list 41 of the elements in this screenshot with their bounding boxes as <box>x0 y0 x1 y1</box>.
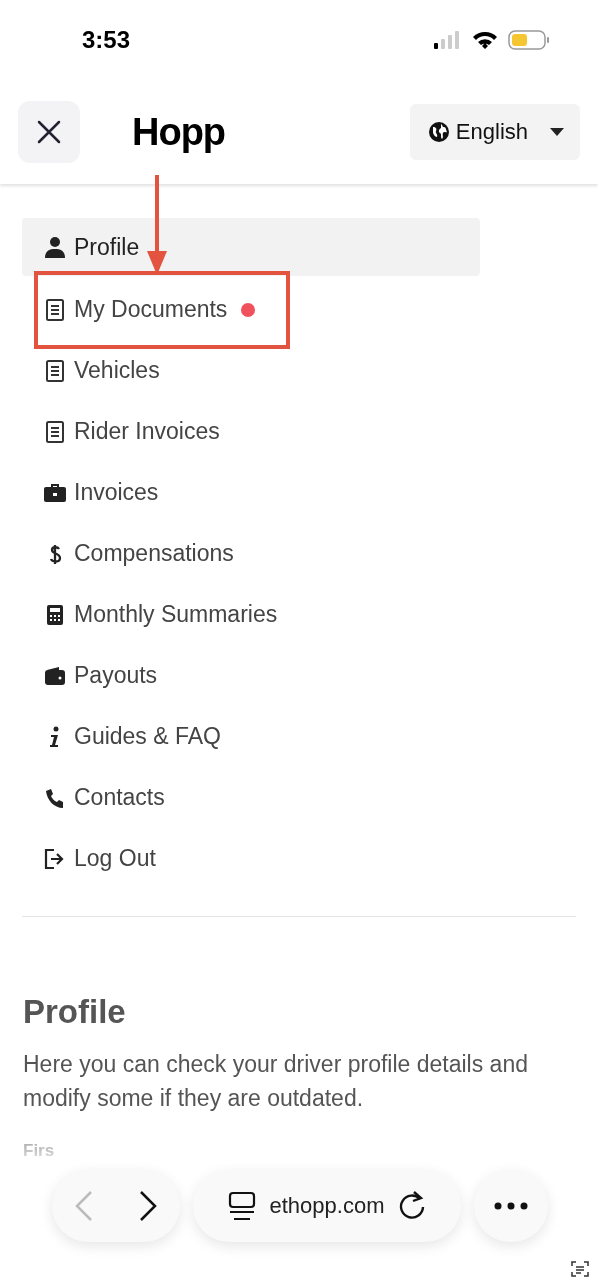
battery-icon <box>508 30 550 50</box>
menu-item[interactable]: Compensations <box>22 523 480 584</box>
document-icon <box>44 298 66 321</box>
section-description: Here you can check your driver profile details and modify some if they are outdated. <box>23 1050 529 1113</box>
forward-button[interactable] <box>139 1190 157 1222</box>
menu-item[interactable]: Profile <box>22 218 480 276</box>
more-icon <box>494 1202 528 1210</box>
menu-item[interactable]: Vehicles <box>22 340 480 401</box>
menu-item[interactable]: Contacts <box>22 767 480 828</box>
status-time: 3:53 <box>82 26 131 54</box>
person-icon <box>44 236 66 258</box>
back-icon <box>75 1190 93 1222</box>
document-icon <box>44 359 66 382</box>
wifi-icon <box>472 30 498 50</box>
signal-icon <box>434 31 462 49</box>
language-dropdown[interactable]: English <box>409 104 580 160</box>
page-menu-icon <box>227 1191 256 1221</box>
menu-item[interactable]: My Documents <box>22 279 480 340</box>
text-scan-icon[interactable] <box>571 1261 589 1277</box>
field-label: Firs <box>23 1141 55 1161</box>
caret-icon <box>550 128 564 136</box>
globe-icon <box>427 121 450 143</box>
menu-item[interactable]: Guides & FAQ <box>22 706 480 767</box>
close-icon <box>37 120 61 144</box>
calculator-icon <box>44 603 66 626</box>
menu-item[interactable]: Rider Invoices <box>22 401 480 462</box>
address-bar[interactable]: ethopp.com <box>193 1170 461 1242</box>
wallet-icon <box>44 664 66 687</box>
briefcase-icon <box>44 481 66 504</box>
menu-item[interactable]: Monthly Summaries <box>22 584 480 645</box>
menu-item[interactable]: Payouts <box>22 645 480 706</box>
menu-item[interactable]: Invoices <box>22 462 480 523</box>
document-icon <box>44 420 66 443</box>
logo: Hopp <box>132 110 226 154</box>
menu-item[interactable]: Log Out <box>22 828 480 889</box>
logout-icon <box>44 847 66 870</box>
phone-icon <box>44 786 66 809</box>
section-title: Profile <box>23 993 127 1031</box>
reload-icon <box>398 1191 427 1221</box>
close-button[interactable] <box>18 101 80 163</box>
forward-icon <box>139 1190 157 1222</box>
